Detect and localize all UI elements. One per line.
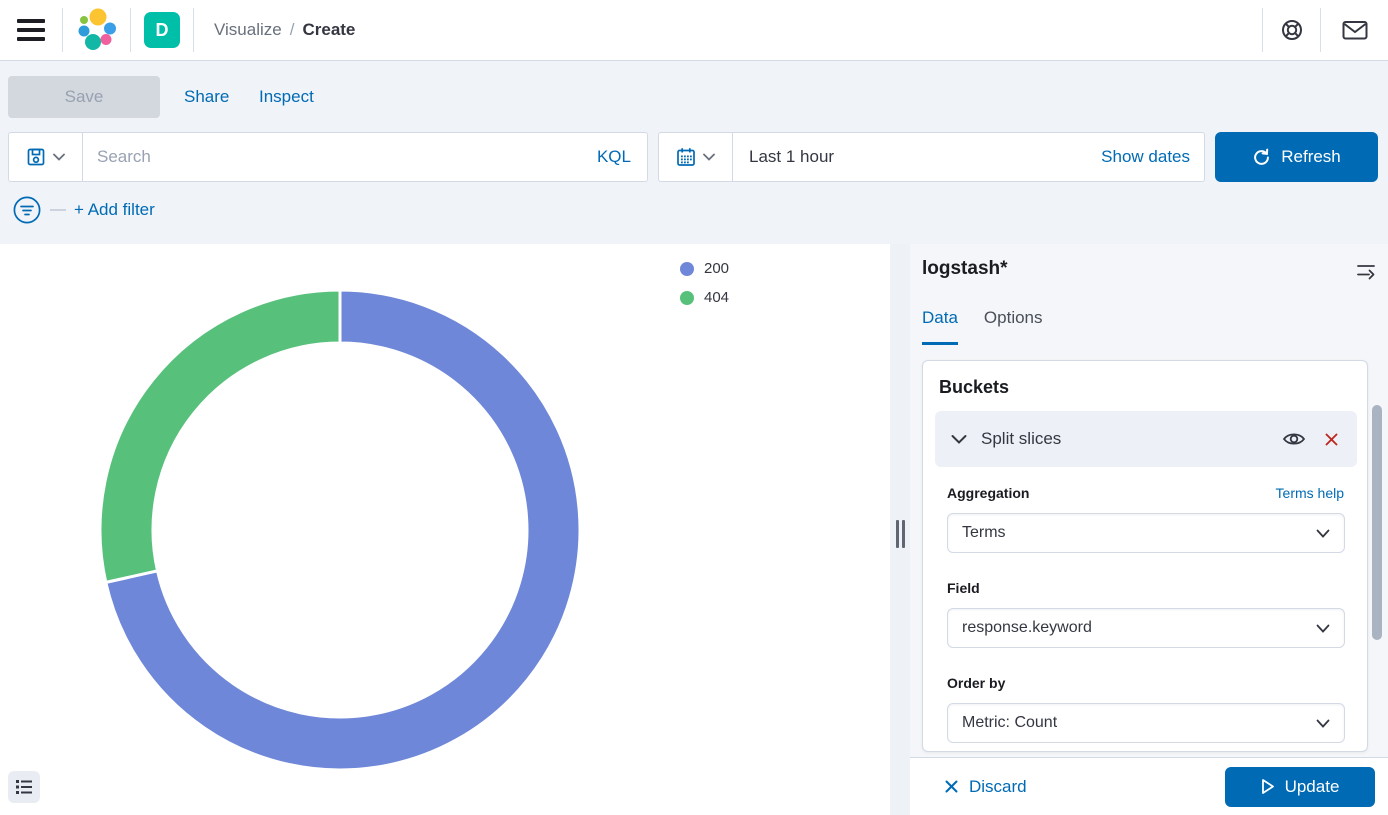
- discard-button[interactable]: Discard: [938, 776, 1033, 798]
- legend-item[interactable]: 404: [680, 289, 729, 306]
- calendar-icon: [676, 147, 696, 167]
- order-by-value: Metric: Count: [962, 714, 1057, 732]
- chevron-down-icon: [1316, 624, 1330, 633]
- scrollbar-thumb[interactable]: [1372, 405, 1382, 640]
- newsfeed-button[interactable]: [1321, 0, 1388, 60]
- share-button[interactable]: Share: [184, 76, 229, 118]
- collapse-sidebar-button[interactable]: [1354, 260, 1378, 285]
- field-select[interactable]: response.keyword: [947, 608, 1345, 648]
- inspect-button[interactable]: Inspect: [259, 76, 314, 118]
- mail-icon: [1342, 20, 1368, 41]
- update-button[interactable]: Update: [1225, 767, 1375, 807]
- refresh-label: Refresh: [1281, 147, 1341, 167]
- sidebar-tabs: Data Options: [922, 308, 1043, 345]
- toolbar-region: Save Share Inspect KQL: [0, 61, 1388, 244]
- list-icon: [15, 779, 33, 795]
- elastic-logo-icon: [76, 7, 118, 53]
- split-slices-accordion[interactable]: Split slices: [935, 411, 1357, 467]
- hamburger-icon: [16, 17, 46, 43]
- top-header: D Visualize / Create: [0, 0, 1388, 61]
- save-query-icon: [26, 147, 46, 167]
- eye-icon: [1282, 430, 1306, 448]
- buckets-title: Buckets: [939, 377, 1009, 398]
- breadcrumb-current: Create: [302, 20, 355, 40]
- vis-editor-sidebar: logstash* Data Options Buckets Split sli…: [910, 244, 1388, 815]
- resize-grip-bar: [896, 520, 899, 548]
- help-button[interactable]: [1263, 0, 1320, 60]
- save-button[interactable]: Save: [8, 76, 160, 118]
- aggregation-label: Aggregation: [947, 485, 1029, 501]
- refresh-button[interactable]: Refresh: [1215, 132, 1378, 182]
- legend-dot: [680, 262, 694, 276]
- index-pattern-title: logstash*: [922, 258, 1008, 280]
- filter-dash: [50, 209, 66, 211]
- legend-toggle-button[interactable]: [8, 771, 40, 803]
- split-slices-label: Split slices: [981, 429, 1266, 449]
- tab-data[interactable]: Data: [922, 308, 958, 345]
- space-badge: D: [144, 12, 180, 48]
- menu-button[interactable]: [0, 0, 62, 60]
- filter-icon: [12, 195, 42, 225]
- help-icon: [1280, 18, 1304, 42]
- date-picker-bar: Last 1 hour Show dates: [658, 132, 1205, 182]
- show-dates-button[interactable]: Show dates: [1087, 133, 1204, 181]
- donut-chart: [0, 244, 890, 815]
- discard-label: Discard: [969, 777, 1027, 797]
- order-by-select[interactable]: Metric: Count: [947, 703, 1345, 743]
- buckets-card: Buckets Split slices: [922, 360, 1368, 752]
- legend-label: 200: [704, 260, 729, 277]
- resize-grip-bar: [902, 520, 905, 548]
- toggle-visibility-button[interactable]: [1280, 428, 1308, 450]
- sidebar-footer: Discard Update: [910, 757, 1388, 815]
- query-language-button[interactable]: KQL: [581, 133, 647, 181]
- filter-options-button[interactable]: [10, 193, 44, 227]
- elastic-logo[interactable]: [63, 0, 130, 60]
- tab-options[interactable]: Options: [984, 308, 1043, 345]
- chevron-down-icon: [53, 153, 65, 161]
- chart-legend: 200 404: [680, 260, 729, 306]
- terms-help-link[interactable]: Terms help: [1276, 485, 1344, 501]
- update-label: Update: [1285, 777, 1340, 797]
- refresh-icon: [1252, 148, 1271, 167]
- panel-divider: [890, 244, 910, 815]
- query-bar: KQL: [8, 132, 648, 182]
- panel-resize-handle[interactable]: [894, 520, 906, 548]
- divider: [193, 8, 194, 52]
- legend-dot: [680, 291, 694, 305]
- date-quick-menu-button[interactable]: [659, 133, 733, 181]
- pie-slice-404[interactable]: [100, 290, 340, 582]
- search-input[interactable]: [83, 133, 581, 181]
- field-label: Field: [947, 580, 980, 596]
- menu-right-icon: [1356, 262, 1376, 280]
- close-icon: [1324, 432, 1339, 447]
- breadcrumb: Visualize / Create: [214, 20, 355, 40]
- close-icon: [944, 779, 959, 794]
- time-range-value[interactable]: Last 1 hour: [733, 133, 1087, 181]
- legend-label: 404: [704, 289, 729, 306]
- chevron-down-icon: [1316, 529, 1330, 538]
- chevron-down-icon: [1316, 719, 1330, 728]
- order-by-label: Order by: [947, 675, 1005, 691]
- remove-bucket-button[interactable]: [1322, 430, 1341, 449]
- chart-area: 200 404: [0, 244, 890, 815]
- breadcrumb-section[interactable]: Visualize: [214, 20, 282, 40]
- filter-bar: + Add filter: [10, 194, 155, 226]
- play-icon: [1261, 778, 1275, 795]
- chevron-down-icon: [951, 434, 967, 444]
- breadcrumb-separator: /: [290, 20, 295, 40]
- space-selector[interactable]: D: [131, 0, 193, 60]
- field-value: response.keyword: [962, 619, 1092, 637]
- aggregation-select[interactable]: Terms: [947, 513, 1345, 553]
- legend-item[interactable]: 200: [680, 260, 729, 277]
- add-filter-button[interactable]: + Add filter: [74, 200, 155, 220]
- saved-query-menu-button[interactable]: [9, 133, 83, 181]
- chevron-down-icon: [703, 153, 715, 161]
- aggregation-value: Terms: [962, 524, 1006, 542]
- app-window: D Visualize / Create: [0, 0, 1388, 815]
